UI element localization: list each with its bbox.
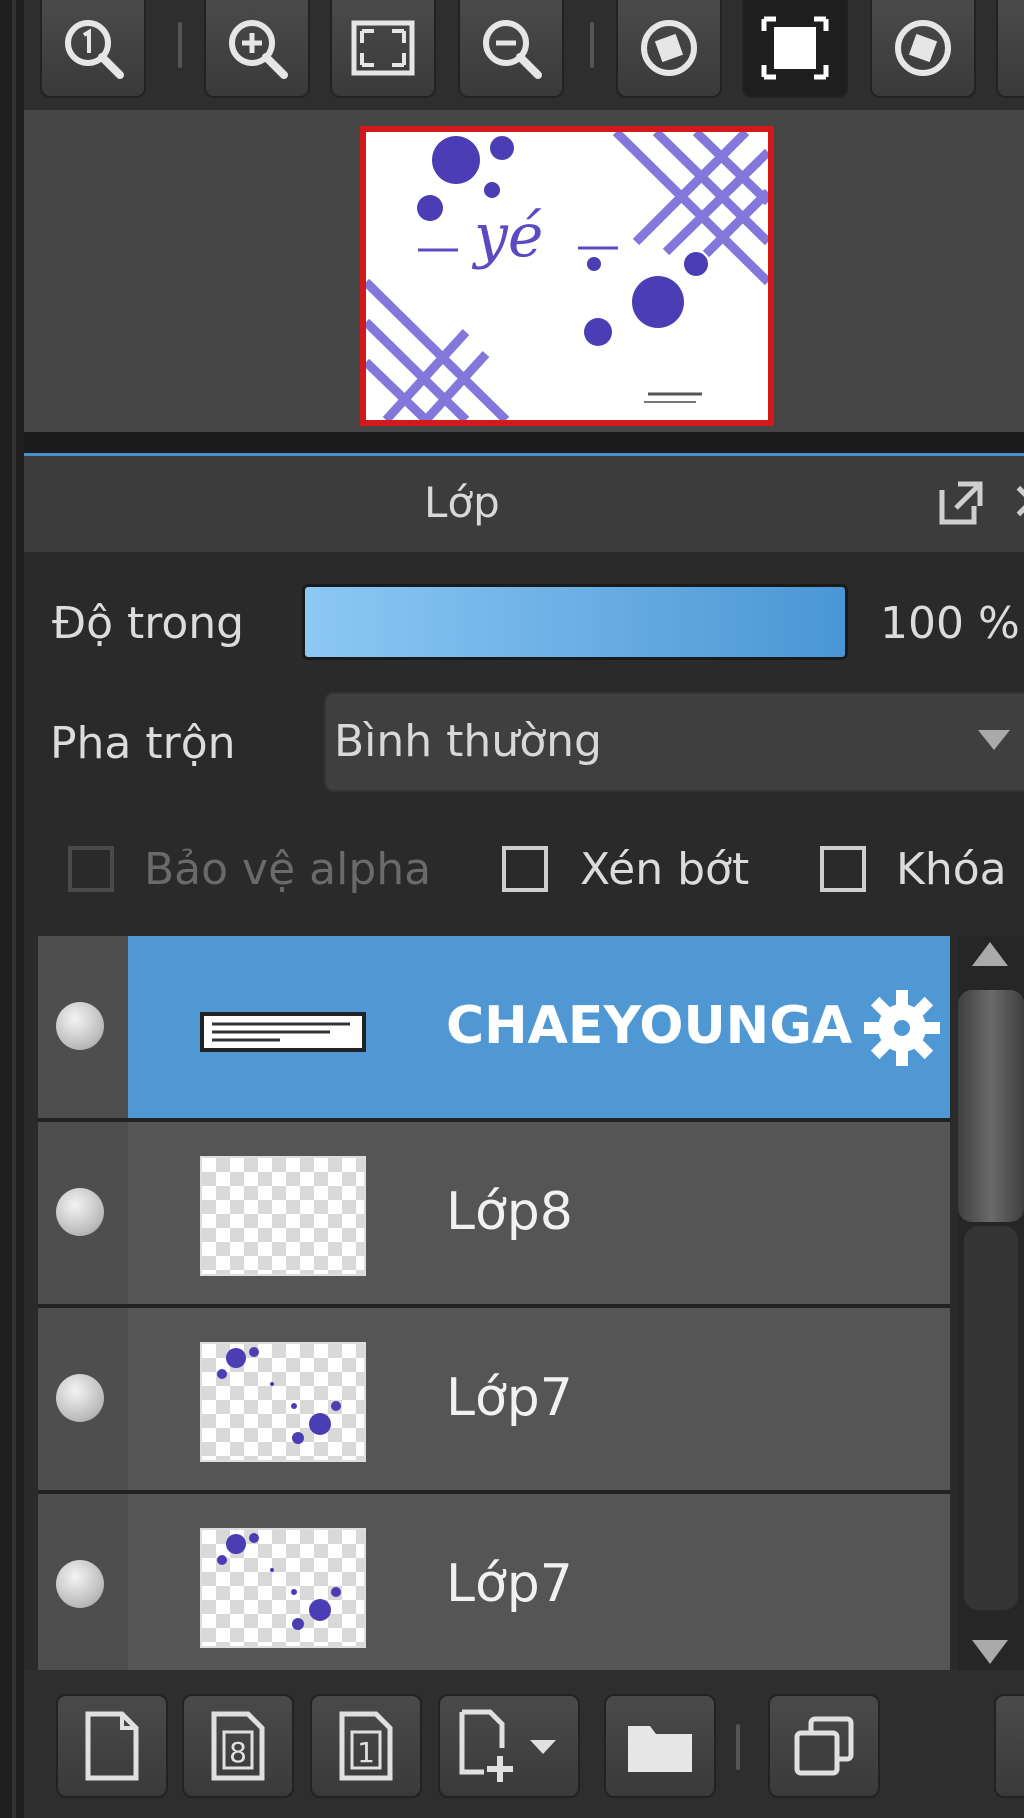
view-toolbar xyxy=(24,0,1024,110)
toolbar-separator xyxy=(178,22,182,68)
opacity-value: 100 % xyxy=(880,598,1020,649)
rotate-left-button[interactable] xyxy=(616,0,722,98)
more-actions-button[interactable] xyxy=(994,1694,1024,1798)
more-toolbar-button[interactable] xyxy=(996,0,1024,98)
layer-row[interactable]: Lớp7 xyxy=(38,1308,950,1494)
lock-checkbox[interactable] xyxy=(820,846,866,892)
layer-list: CHAEYOUNGA Lớp8 Lớp7 Lớp7 xyxy=(38,936,950,1670)
chevron-down-icon xyxy=(978,730,1010,750)
new-folder-icon xyxy=(628,1726,692,1772)
blend-mode-value: Bình thường xyxy=(334,716,602,767)
layer-name[interactable]: Lớp7 xyxy=(446,1554,573,1614)
svg-text:1: 1 xyxy=(357,1736,375,1769)
panel-divider[interactable] xyxy=(24,432,1024,456)
layer-row[interactable]: CHAEYOUNGA xyxy=(38,936,950,1122)
scrollbar-track-lower[interactable] xyxy=(964,1226,1018,1610)
protect-alpha-checkbox[interactable] xyxy=(68,846,114,892)
duplicate-layer-icon xyxy=(794,1716,854,1776)
duplicate-layer-button[interactable] xyxy=(768,1694,880,1798)
blend-mode-select[interactable]: Bình thường xyxy=(324,692,1024,792)
new-layer-icon xyxy=(85,1711,139,1781)
new-8bit-layer-button[interactable]: 8 xyxy=(182,1694,294,1798)
panel-title: Lớp xyxy=(424,478,500,527)
zoom-actual-button[interactable] xyxy=(40,0,146,98)
layer-actions-toolbar: 8 1 xyxy=(24,1670,1024,1818)
add-layer-menu-icon xyxy=(459,1709,556,1782)
zoom-out-icon xyxy=(483,20,542,79)
reset-view-button[interactable] xyxy=(742,0,848,98)
rotate-right-button[interactable] xyxy=(870,0,976,98)
gear-icon[interactable] xyxy=(860,986,944,1070)
lock-label: Khóa xyxy=(896,844,1007,895)
toolbar-separator xyxy=(736,1724,740,1770)
rotate-right-icon xyxy=(895,20,951,76)
left-panel-edge xyxy=(0,0,24,1818)
new-1bit-layer-button[interactable]: 1 xyxy=(310,1694,422,1798)
layer-row[interactable]: Lớp7 xyxy=(38,1494,950,1670)
new-layer-button[interactable] xyxy=(56,1694,168,1798)
svg-text:8: 8 xyxy=(229,1736,247,1769)
scrollbar-thumb[interactable] xyxy=(958,990,1024,1222)
scroll-up-icon[interactable] xyxy=(972,942,1008,966)
new-1bit-layer-icon: 1 xyxy=(339,1711,393,1781)
layer-name[interactable]: Lớp7 xyxy=(446,1368,573,1428)
layer-thumbnail-image xyxy=(217,1533,341,1630)
add-layer-menu-button[interactable] xyxy=(438,1694,580,1798)
zoom-in-button[interactable] xyxy=(204,0,310,98)
toolbar-separator xyxy=(590,22,594,68)
visibility-toggle[interactable] xyxy=(56,1560,104,1608)
rotate-left-icon xyxy=(641,20,697,76)
popout-icon[interactable] xyxy=(934,476,988,530)
layer-thumbnail xyxy=(200,1342,366,1462)
visibility-toggle[interactable] xyxy=(56,1374,104,1422)
visibility-toggle[interactable] xyxy=(56,1188,104,1236)
layer-thumbnail xyxy=(200,1156,366,1276)
close-icon[interactable]: ✕ xyxy=(1010,477,1024,529)
zoom-in-icon xyxy=(229,20,288,79)
fit-screen-button[interactable] xyxy=(330,0,436,98)
layer-thumbnail xyxy=(200,1528,366,1648)
protect-alpha-label: Bảo vệ alpha xyxy=(144,844,432,895)
scroll-down-icon[interactable] xyxy=(972,1640,1008,1664)
canvas-preview-image: yé xyxy=(366,132,768,420)
navigator-panel: yé xyxy=(24,110,1024,432)
layer-thumbnail-image xyxy=(200,1012,366,1052)
reset-view-icon xyxy=(761,16,829,80)
blend-mode-label: Pha trộn xyxy=(50,718,236,769)
layer-row[interactable]: Lớp8 xyxy=(38,1122,950,1308)
zoom-actual-icon xyxy=(65,20,124,79)
zoom-out-button[interactable] xyxy=(458,0,564,98)
new-8bit-layer-icon: 8 xyxy=(211,1711,265,1781)
navigator-preview[interactable]: yé xyxy=(360,126,774,426)
opacity-slider[interactable] xyxy=(302,584,848,660)
fit-screen-icon xyxy=(351,20,415,76)
layer-name[interactable]: Lớp8 xyxy=(446,1182,573,1242)
clipping-checkbox[interactable] xyxy=(502,846,548,892)
canvas-preview-text: yé xyxy=(471,201,543,271)
layer-panel-header: Lớp ✕ xyxy=(24,456,1024,552)
new-folder-button[interactable] xyxy=(604,1694,716,1798)
layer-thumbnail xyxy=(200,970,366,1090)
clipping-label: Xén bớt xyxy=(580,844,750,895)
visibility-toggle[interactable] xyxy=(56,1002,104,1050)
layer-list-scrollbar[interactable] xyxy=(958,936,1024,1670)
opacity-label: Độ trong xyxy=(52,598,245,649)
layer-thumbnail-image xyxy=(217,1347,341,1444)
layer-name[interactable]: CHAEYOUNGA xyxy=(446,996,852,1056)
